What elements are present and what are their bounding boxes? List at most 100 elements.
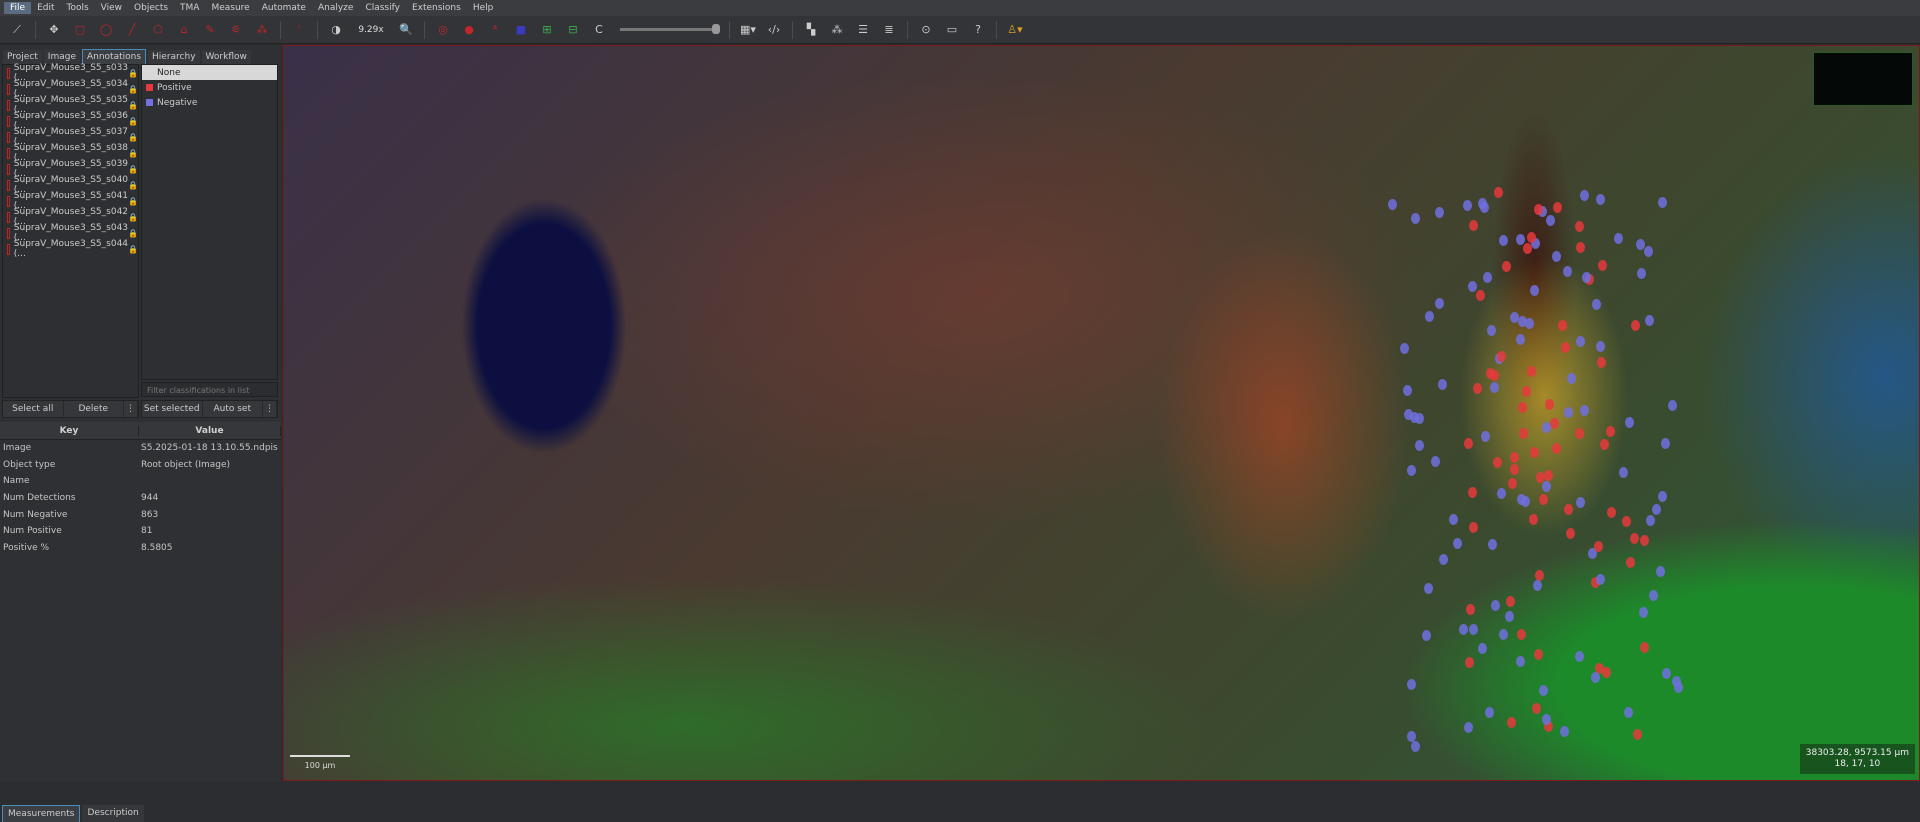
coords-um: 38303.28, 9573.15 µm (1805, 748, 1909, 758)
show-names-icon[interactable]: ᴬ (484, 20, 506, 40)
points-tool-icon[interactable]: ⁂ (251, 20, 273, 40)
tab-measurements[interactable]: Measurements (2, 805, 81, 822)
table-row[interactable]: Object type Root object (Image) (0, 457, 281, 474)
menu-edit[interactable]: Edit (31, 2, 60, 14)
measure-tool-icon[interactable]: ⟋ (6, 20, 28, 40)
overview-thumbnail[interactable] (1813, 52, 1913, 106)
selection-mode-icon[interactable]: ꜝ (288, 20, 310, 40)
script-editor-icon[interactable]: ‹/› (763, 20, 785, 40)
column-key[interactable]: Key (0, 425, 139, 436)
zoom-to-fit-icon[interactable]: 🔍 (395, 20, 417, 40)
detection-cell (1645, 514, 1655, 526)
table-row[interactable]: Num Detections 944 (0, 490, 281, 507)
polygon-tool-icon[interactable]: ⬠ (147, 20, 169, 40)
detection-cell (1668, 400, 1678, 412)
detection-cell (1448, 514, 1458, 526)
class-item[interactable]: Positive (142, 80, 277, 95)
tab-workflow[interactable]: Workflow (201, 50, 251, 64)
tma-grid-icon[interactable]: ■ (510, 20, 532, 40)
wand-tool-icon[interactable]: ⚟ (225, 20, 247, 40)
detection-cell (1594, 540, 1604, 552)
detection-cell (1499, 234, 1509, 246)
menu-analyze[interactable]: Analyze (312, 2, 359, 14)
column-value[interactable]: Value (139, 425, 281, 436)
table-row[interactable]: Num Positive 81 (0, 523, 281, 540)
menu-classify[interactable]: Classify (359, 2, 406, 14)
show-detections-icon[interactable]: ⊞ (536, 20, 558, 40)
ellipse-tool-icon[interactable]: ◯ (95, 20, 117, 40)
class-item[interactable]: None (142, 65, 277, 80)
menu-extensions[interactable]: Extensions (406, 2, 467, 14)
tab-annotations[interactable]: Annotations (81, 49, 147, 64)
measurement-table-icon[interactable]: ☰ (852, 20, 874, 40)
class-item[interactable]: Negative (142, 95, 277, 110)
menu-tools[interactable]: Tools (61, 2, 95, 14)
prop-value: 8.5805 (141, 542, 173, 553)
detection-cell (1533, 579, 1543, 591)
annotation-tools-icon[interactable]: ⁂ (826, 20, 848, 40)
prop-value: Root object (Image) (141, 459, 231, 470)
show-annotations-icon[interactable]: ◎ (432, 20, 454, 40)
detection-cell (1469, 623, 1479, 635)
annotation-list[interactable]: SupraV_Mouse3_S5_s033 (... 🔒 SupraV_Mouse3… (2, 63, 139, 398)
table-row[interactable]: Positive % 8.5805 (0, 540, 281, 557)
detection-cell (1643, 245, 1653, 257)
detection-cell (1515, 655, 1525, 667)
opacity-slider[interactable] (620, 24, 720, 34)
table-row[interactable]: Image S5.2025-01-18 13.10.55.ndpis - 20..… (0, 440, 281, 457)
tab-image[interactable]: Image (43, 50, 80, 64)
menu-help[interactable]: Help (467, 2, 500, 14)
fill-detections-icon[interactable]: ⊟ (562, 20, 584, 40)
menu-measure[interactable]: Measure (205, 2, 255, 14)
detection-cell (1595, 574, 1605, 586)
detection-cell (1523, 243, 1533, 255)
classification-list[interactable]: None Positive Negative (141, 64, 278, 380)
detection-cell (1553, 202, 1563, 214)
line-tool-icon[interactable]: ╱ (121, 20, 143, 40)
brush-tool-icon[interactable]: ✎ (199, 20, 221, 40)
detection-cell (1574, 221, 1584, 233)
list-icon[interactable]: ≣ (878, 20, 900, 40)
menu-tma[interactable]: TMA (174, 2, 205, 14)
detection-cell (1505, 596, 1515, 608)
help-icon[interactable]: ? (967, 20, 989, 40)
detection-cell (1605, 426, 1615, 438)
polyline-tool-icon[interactable]: ⌂ (173, 20, 195, 40)
table-row[interactable]: Num Negative 863 (0, 506, 281, 523)
zoom-level[interactable]: 9.29x (351, 25, 391, 35)
brightness-contrast-icon[interactable]: ◑ (325, 20, 347, 40)
select-all-button[interactable]: Select all (3, 401, 64, 417)
tab-hierarchy[interactable]: Hierarchy (148, 50, 200, 64)
extension-icon[interactable]: ♙▾ (1004, 20, 1026, 40)
set-selected-button[interactable]: Set selected (142, 401, 203, 417)
rectangle-tool-icon[interactable]: ▢ (69, 20, 91, 40)
fill-annotations-icon[interactable]: ● (458, 20, 480, 40)
filter-classifications-input[interactable]: Filter classifications in list (141, 382, 278, 397)
more-options-button[interactable]: ⋮ (263, 401, 277, 417)
detection-cell (1504, 610, 1514, 622)
annotation-item[interactable]: SupraV_Mouse3_S5_s044 (... 🔒 (3, 239, 138, 259)
menu-objects[interactable]: Objects (128, 2, 174, 14)
menu-file[interactable]: File (4, 2, 32, 14)
menu-automate[interactable]: Automate (256, 2, 312, 14)
auto-set-button[interactable]: Auto set (203, 401, 263, 417)
preferences-icon[interactable]: ⊙ (915, 20, 937, 40)
channel-toggle[interactable]: C (588, 20, 610, 40)
detection-cell (1452, 537, 1462, 549)
more-options-button[interactable]: ⋮ (124, 401, 138, 417)
image-viewer[interactable]: 100 µm 38303.28, 9573.15 µm 18, 17, 10 (283, 45, 1920, 781)
pixel-classifier-icon[interactable]: ▚ (800, 20, 822, 40)
slider-knob[interactable] (712, 24, 720, 34)
delete-button[interactable]: Delete (64, 401, 124, 417)
log-icon[interactable]: ▭ (941, 20, 963, 40)
menu-view[interactable]: View (95, 2, 128, 14)
grid-icon[interactable]: ▦▾ (737, 20, 759, 40)
tab-project[interactable]: Project (3, 50, 42, 64)
table-row[interactable]: Name (0, 473, 281, 490)
move-tool-icon[interactable]: ✥ (43, 20, 65, 40)
lock-icon: 🔒 (128, 68, 138, 78)
annotation-label: SupraV_Mouse3_S5_s044 (... (13, 239, 129, 259)
detection-cell (1591, 671, 1601, 683)
left-tabs: Project Image Annotations Hierarchy Work… (0, 45, 281, 64)
tab-description[interactable]: Description (82, 805, 144, 822)
